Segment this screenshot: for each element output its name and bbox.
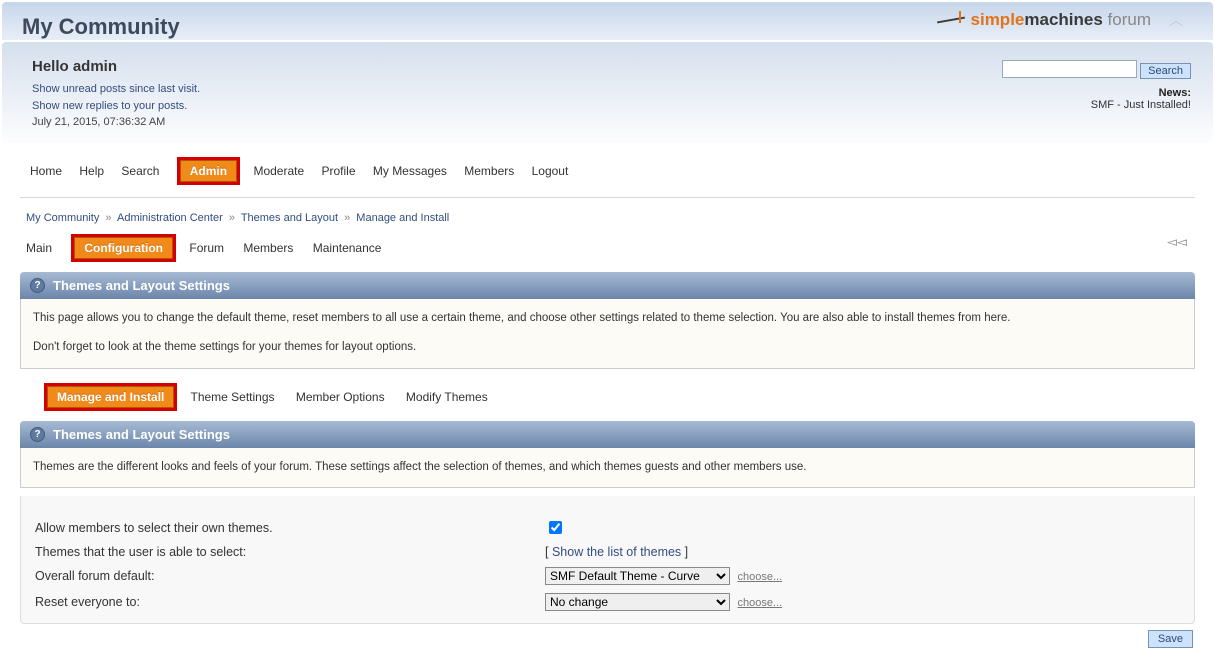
section-header-2: ? Themes and Layout Settings [20, 421, 1195, 448]
admin-tab-config[interactable]: Configuration [74, 237, 173, 259]
nav-admin-highlight: Admin [177, 157, 240, 185]
search-area: Search News: SMF - Just Installed! [1002, 60, 1191, 111]
collapse-icon[interactable]: ︿ [1169, 10, 1183, 30]
logo-area: simplemachines forum ︿ [937, 10, 1183, 30]
nav-profile[interactable]: Profile [322, 164, 356, 178]
tab-member-options[interactable]: Member Options [296, 390, 385, 404]
settings-panel: Allow members to select their own themes… [20, 496, 1195, 624]
crumb-admin-center[interactable]: Administration Center [117, 212, 223, 224]
smf-logo-icon [937, 11, 965, 29]
label-allow-select: Allow members to select their own themes… [35, 521, 545, 535]
breadcrumb: My Community » Administration Center » T… [0, 208, 1215, 228]
choose-default-link[interactable]: choose... [737, 571, 782, 583]
show-themes-link[interactable]: Show the list of themes [552, 545, 681, 559]
nav-messages[interactable]: My Messages [373, 164, 447, 178]
crumb-themes[interactable]: Themes and Layout [241, 212, 338, 224]
news-block: News: SMF - Just Installed! [1002, 87, 1191, 111]
tab-theme-settings[interactable]: Theme Settings [190, 390, 274, 404]
theme-tabs: Manage and Install Theme Settings Member… [0, 377, 1215, 421]
main-menu: Home Help Search Admin Moderate Profile … [0, 143, 1215, 191]
section-title-2: Themes and Layout Settings [53, 427, 230, 442]
label-themes-user: Themes that the user is able to select: [35, 545, 545, 559]
label-reset: Reset everyone to: [35, 595, 545, 609]
nav-help[interactable]: Help [79, 164, 104, 178]
info-box-2: Themes are the different looks and feels… [20, 448, 1195, 489]
admin-sub-menu: Main Configuration Forum Members Mainten… [0, 228, 1215, 272]
current-datetime: July 21, 2015, 07:36:32 AM [32, 116, 165, 128]
nav-members[interactable]: Members [464, 164, 514, 178]
header-top: My Community simplemachines forum ︿ [2, 2, 1213, 40]
unread-posts-link[interactable]: Show unread posts since last visit. [32, 83, 200, 95]
select-reset[interactable]: No change [545, 593, 730, 611]
prev-icon[interactable]: ◅◅ [1167, 234, 1187, 250]
save-button[interactable]: Save [1148, 630, 1193, 648]
news-text: SMF - Just Installed! [1091, 99, 1191, 111]
site-title[interactable]: My Community [22, 14, 180, 39]
nav-admin[interactable]: Admin [180, 160, 237, 182]
admin-tab-members[interactable]: Members [243, 241, 293, 255]
admin-tab-main[interactable]: Main [26, 241, 52, 255]
crumb-manage[interactable]: Manage and Install [356, 212, 449, 224]
logo-text: simplemachines forum [971, 10, 1151, 30]
tab-manage-install[interactable]: Manage and Install [47, 386, 174, 408]
checkbox-allow-select[interactable] [549, 521, 562, 534]
tab-manage-highlight: Manage and Install [44, 383, 177, 411]
help-icon[interactable]: ? [30, 278, 45, 293]
admin-tab-forum[interactable]: Forum [189, 241, 224, 255]
choose-reset-link[interactable]: choose... [737, 597, 782, 609]
info-box-1: This page allows you to change the defau… [20, 299, 1195, 369]
nav-moderate[interactable]: Moderate [253, 164, 304, 178]
nav-search[interactable]: Search [121, 164, 159, 178]
menu-divider [20, 197, 1195, 198]
nav-home[interactable]: Home [30, 164, 62, 178]
help-icon[interactable]: ? [30, 427, 45, 442]
info-text-1b: Don't forget to look at the theme settin… [33, 338, 1182, 358]
news-label: News: [1159, 87, 1191, 99]
admin-tab-config-highlight: Configuration [71, 234, 176, 262]
row-allow-select: Allow members to select their own themes… [35, 514, 1180, 541]
new-replies-link[interactable]: Show new replies to your posts. [32, 100, 187, 112]
select-overall-default[interactable]: SMF Default Theme - Curve [545, 567, 730, 585]
section-header-1: ? Themes and Layout Settings [20, 272, 1195, 299]
user-panel: Hello admin Show unread posts since last… [2, 42, 1213, 143]
row-reset: Reset everyone to: No change choose... [35, 589, 1180, 615]
crumb-community[interactable]: My Community [26, 212, 99, 224]
admin-tab-maintenance[interactable]: Maintenance [313, 241, 382, 255]
info-text-2: Themes are the different looks and feels… [33, 461, 806, 473]
search-input[interactable] [1002, 60, 1137, 78]
row-overall-default: Overall forum default: SMF Default Theme… [35, 563, 1180, 589]
tab-modify-themes[interactable]: Modify Themes [406, 390, 488, 404]
nav-logout[interactable]: Logout [532, 164, 569, 178]
row-themes-user: Themes that the user is able to select: … [35, 541, 1180, 563]
section-title-1: Themes and Layout Settings [53, 278, 230, 293]
info-text-1a: This page allows you to change the defau… [33, 309, 1182, 329]
search-button[interactable]: Search [1140, 63, 1191, 79]
label-overall-default: Overall forum default: [35, 569, 545, 583]
